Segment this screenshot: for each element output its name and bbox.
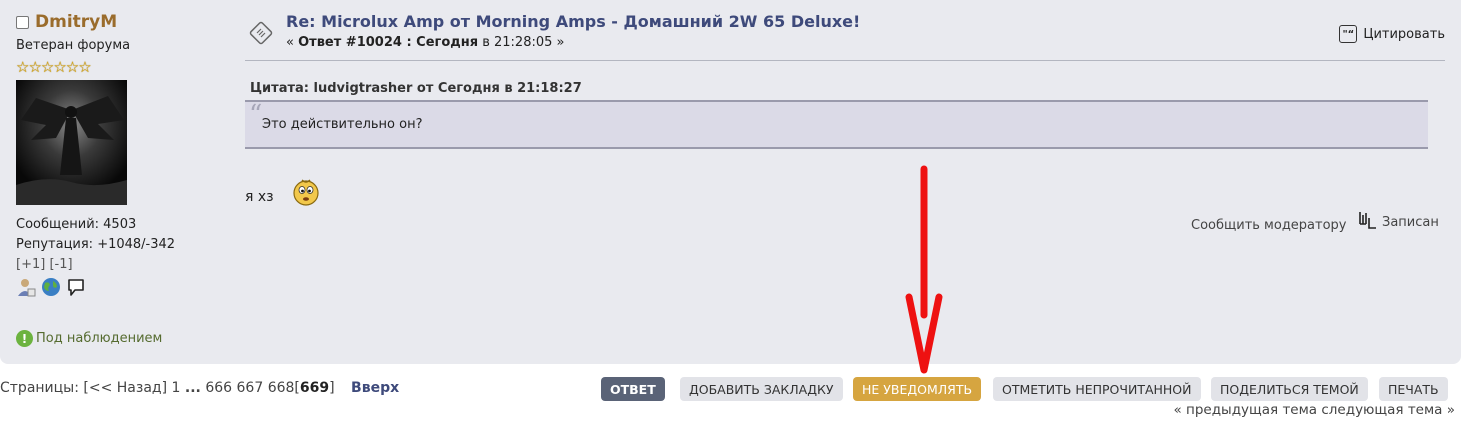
share-topic-button[interactable]: ПОДЕЛИТЬСЯ ТЕМОЙ: [1211, 377, 1368, 401]
page-prev-link[interactable]: [<< Назад]: [83, 380, 167, 396]
current-page-close: ]: [329, 380, 335, 396]
poster-info: DmitryM Ветеран форума ☆☆☆☆☆☆ Сообщений:…: [16, 12, 216, 301]
karma-links: [+1] [-1]: [16, 255, 216, 275]
poster-name-link[interactable]: DmitryM: [35, 12, 117, 32]
back-to-top-link[interactable]: Вверх: [351, 380, 399, 396]
quote-button[interactable]: "“ Цитировать: [1339, 25, 1445, 43]
page-1-link[interactable]: 1: [172, 380, 181, 396]
post-container: DmitryM Ветеран форума ☆☆☆☆☆☆ Сообщений:…: [0, 0, 1461, 364]
header-divider: [245, 60, 1445, 61]
avatar[interactable]: [16, 80, 127, 205]
page-666-link[interactable]: 666: [205, 380, 232, 396]
karma-minus-link[interactable]: [-1]: [49, 257, 72, 272]
profile-icon[interactable]: [16, 277, 36, 301]
poster-icons: [16, 277, 216, 301]
topic-navigation: « предыдущая тема следующая тема »: [1173, 402, 1455, 418]
watch-status: ! Под наблюдением: [16, 330, 162, 347]
post-meta: « Ответ #10024 : Сегодня в 21:28:05 »: [286, 35, 565, 50]
page-667-link[interactable]: 667: [237, 380, 264, 396]
ip-logged-icon: [1358, 210, 1378, 234]
website-globe-icon[interactable]: [41, 277, 61, 301]
report-to-moderator-link[interactable]: Сообщить модератору: [1191, 218, 1347, 233]
page-ellipsis[interactable]: ...: [185, 380, 201, 396]
poster-name-row: DmitryM: [16, 12, 216, 32]
pagination: Страницы: [<< Назад] 1 ... 666 667 668[6…: [0, 380, 399, 396]
unnotify-button[interactable]: НЕ УВЕДОМЛЯТЬ: [853, 377, 982, 401]
page-668-link[interactable]: 668: [268, 380, 295, 396]
quote-text: Это действительно он?: [262, 117, 423, 132]
select-post-checkbox[interactable]: [16, 15, 29, 29]
watch-status-label: Под наблюдением: [36, 331, 163, 346]
post-count: Сообщений: 4503: [16, 217, 137, 232]
post-xx-icon: [248, 20, 274, 50]
post-message: я хз: [245, 189, 274, 205]
quote-header-link[interactable]: Цитата: ludvigtrasher от Сегодня в 21:18…: [250, 81, 582, 96]
current-page: 669: [299, 380, 330, 396]
quote-icon: "“: [1339, 25, 1358, 43]
quote-mark-icon: “: [249, 100, 263, 130]
exclamation-icon: !: [16, 330, 33, 347]
karma-plus-link[interactable]: [+1]: [16, 257, 45, 272]
logged-label: Записан: [1382, 214, 1439, 230]
post-time: в 21:28:05: [482, 35, 553, 50]
personal-message-icon[interactable]: [66, 277, 86, 301]
add-bookmark-button[interactable]: ДОБАВИТЬ ЗАКЛАДКУ: [680, 377, 843, 401]
reputation: Репутация: +1048/-342: [16, 237, 176, 252]
post-subject-link[interactable]: Re: Microlux Amp от Morning Amps - Домаш…: [286, 12, 860, 31]
confused-smiley-icon: [292, 177, 320, 211]
rank-stars-icon: ☆☆☆☆☆☆: [16, 58, 92, 76]
pages-label: Страницы:: [0, 380, 79, 396]
next-topic-link[interactable]: следующая тема »: [1321, 402, 1455, 418]
logged-status: Записан: [1358, 210, 1439, 234]
quote-button-label: Цитировать: [1363, 26, 1445, 42]
quote-block: “ Это действительно он?: [245, 100, 1428, 149]
poster-rank: Ветеран форума: [16, 38, 131, 53]
meta-open-quote: «: [286, 35, 294, 50]
print-button[interactable]: ПЕЧАТЬ: [1379, 377, 1448, 401]
previous-topic-link[interactable]: « предыдущая тема: [1173, 402, 1317, 418]
reply-number-link[interactable]: Ответ #10024 : Сегодня: [298, 35, 478, 50]
meta-close-quote: »: [556, 35, 565, 50]
mark-unread-button[interactable]: ОТМЕТИТЬ НЕПРОЧИТАННОЙ: [993, 377, 1201, 401]
reply-button[interactable]: ОТВЕТ: [601, 377, 665, 401]
red-arrow-icon: [895, 165, 955, 379]
